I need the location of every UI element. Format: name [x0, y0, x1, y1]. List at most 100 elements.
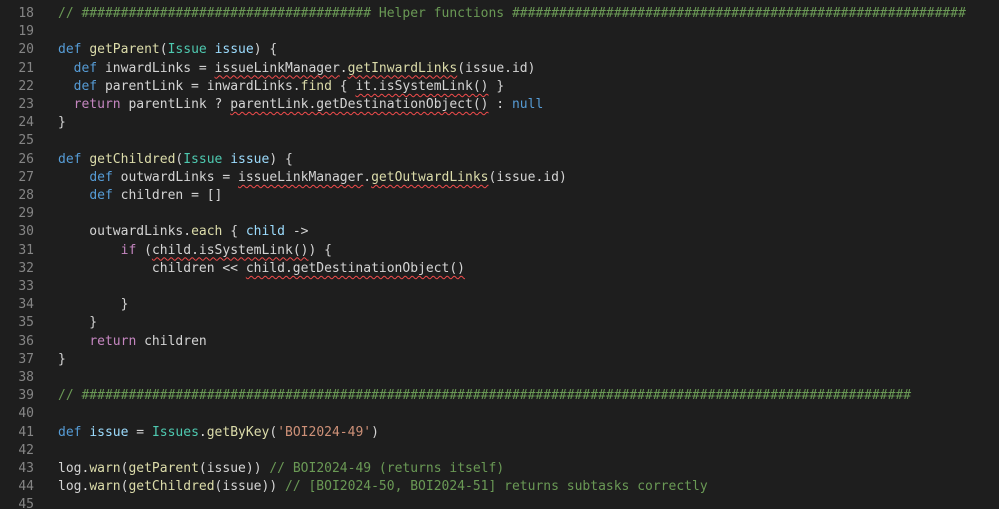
line-number: 45 — [18, 497, 34, 509]
code-text[interactable]: def outwardLinks = issueLinkManager.getO… — [58, 169, 566, 187]
code-text[interactable]: } — [58, 314, 97, 332]
code-text[interactable]: def getChildred(Issue issue) { — [58, 151, 293, 169]
code-token: ) { — [253, 42, 278, 58]
code-token: warn — [89, 461, 121, 476]
code-token: null — [511, 97, 544, 112]
code-text[interactable]: log.warn(getParent(issue)) // BOI2024-49… — [58, 460, 504, 478]
code-token: parentLink ? — [120, 97, 231, 112]
code-text[interactable]: def getParent(Issue issue) { — [58, 41, 277, 59]
line-number: 31 — [18, 242, 34, 258]
code-token: getParent — [89, 42, 160, 58]
code-token: def — [73, 60, 98, 76]
line-number: 22 — [18, 78, 34, 94]
code-text[interactable]: def children = [] — [58, 187, 222, 205]
code-token: def — [89, 169, 113, 185]
code-text[interactable]: def parentLink = inwardLinks.find { it.i… — [58, 78, 505, 96]
code-token: 'BOI2024-49' — [277, 424, 372, 440]
code-token: issue — [89, 424, 129, 440]
code-text[interactable]: } — [58, 296, 129, 314]
code-token: // [BOI2024-50, BOI2024-51] returns subt… — [285, 479, 708, 495]
line-number: 26 — [18, 151, 34, 167]
code-token: getInwardLinks — [347, 60, 458, 76]
line-number: 33 — [18, 279, 34, 294]
line-number: 34 — [18, 297, 34, 313]
code-token: issue — [230, 151, 270, 167]
code-token: child — [245, 224, 285, 240]
code-token: = — [128, 424, 152, 440]
code-text[interactable]: outwardLinks.each { child -> — [58, 223, 308, 241]
code-token: inwardLinks = — [97, 60, 215, 76]
code-token: ( — [159, 42, 168, 58]
code-text[interactable]: // #####################################… — [58, 387, 911, 405]
line-number: 21 — [18, 60, 34, 76]
code-text[interactable]: children << child.getDestinationObject() — [58, 260, 465, 278]
code-token: getByKey — [206, 424, 270, 440]
code-text[interactable]: return children — [58, 333, 207, 351]
line-number: 36 — [18, 333, 34, 349]
code-token: . — [363, 169, 372, 185]
code-token: def — [58, 151, 82, 167]
code-text[interactable]: log.warn(getChildred(issue)) // [BOI2024… — [58, 478, 708, 496]
code-token: child.isSystemLink() — [151, 242, 309, 258]
code-token: each — [191, 224, 223, 240]
code-token: getParent — [128, 461, 199, 476]
code-token: issueLinkManager — [214, 60, 340, 76]
line-number: 30 — [18, 224, 34, 240]
code-token: // BOI2024-49 (returns itself) — [269, 461, 505, 476]
line-number: 18 — [18, 6, 34, 21]
code-token: issue — [214, 42, 254, 58]
code-token: warn — [89, 479, 121, 495]
code-token: Issue — [167, 42, 207, 58]
code-token: child.getDestinationObject() — [245, 260, 465, 276]
code-text[interactable]: return parentLink ? parentLink.getDestin… — [58, 96, 544, 114]
code-token: : — [488, 97, 512, 112]
code-token: def — [73, 78, 98, 94]
code-token: } — [58, 351, 66, 367]
code-token: // #####################################… — [58, 6, 966, 21]
code-token: Issue — [183, 151, 223, 167]
code-token: ( — [136, 242, 152, 258]
code-token: log. — [58, 461, 90, 476]
line-number: 35 — [18, 315, 34, 331]
code-token: } — [488, 78, 505, 94]
code-text[interactable]: } — [58, 114, 66, 132]
code-text[interactable]: // #####################################… — [58, 5, 966, 23]
code-token: getChildred — [89, 151, 176, 167]
code-token: . — [339, 60, 348, 76]
code-text[interactable]: if (child.isSystemLink()) { — [58, 242, 332, 260]
code-token: getChildred — [128, 479, 215, 495]
code-token: . — [198, 424, 207, 440]
line-number: 23 — [18, 97, 34, 112]
code-text[interactable]: } — [58, 351, 66, 369]
code-token: children << — [58, 260, 246, 276]
code-token: } — [58, 297, 129, 313]
code-token: def — [58, 424, 82, 440]
line-number: 20 — [18, 42, 34, 58]
line-number: 37 — [18, 351, 34, 367]
line-number: 28 — [18, 188, 34, 203]
code-text[interactable]: def inwardLinks = issueLinkManager.getIn… — [58, 60, 536, 78]
code-token: children = [] — [112, 188, 223, 203]
line-number: 41 — [18, 424, 34, 440]
line-number: 27 — [18, 169, 34, 185]
code-token: log. — [58, 479, 90, 495]
line-number: 29 — [18, 206, 34, 222]
code-text[interactable]: def issue = Issues.getByKey('BOI2024-49'… — [58, 424, 379, 442]
code-token: children — [136, 333, 207, 349]
code-token: } — [58, 315, 98, 331]
code-token: parentLink = inwardLinks. — [97, 78, 301, 94]
line-number: 42 — [18, 442, 34, 458]
code-editor[interactable]: 18 // ###################################… — [0, 0, 999, 509]
code-token: issueLinkManager — [238, 169, 364, 185]
code-token: // #####################################… — [58, 388, 912, 404]
code-token: getOutwardLinks — [371, 169, 489, 185]
code-token: { — [331, 78, 356, 94]
line-number: 32 — [18, 260, 34, 276]
code-token: if — [120, 242, 137, 258]
